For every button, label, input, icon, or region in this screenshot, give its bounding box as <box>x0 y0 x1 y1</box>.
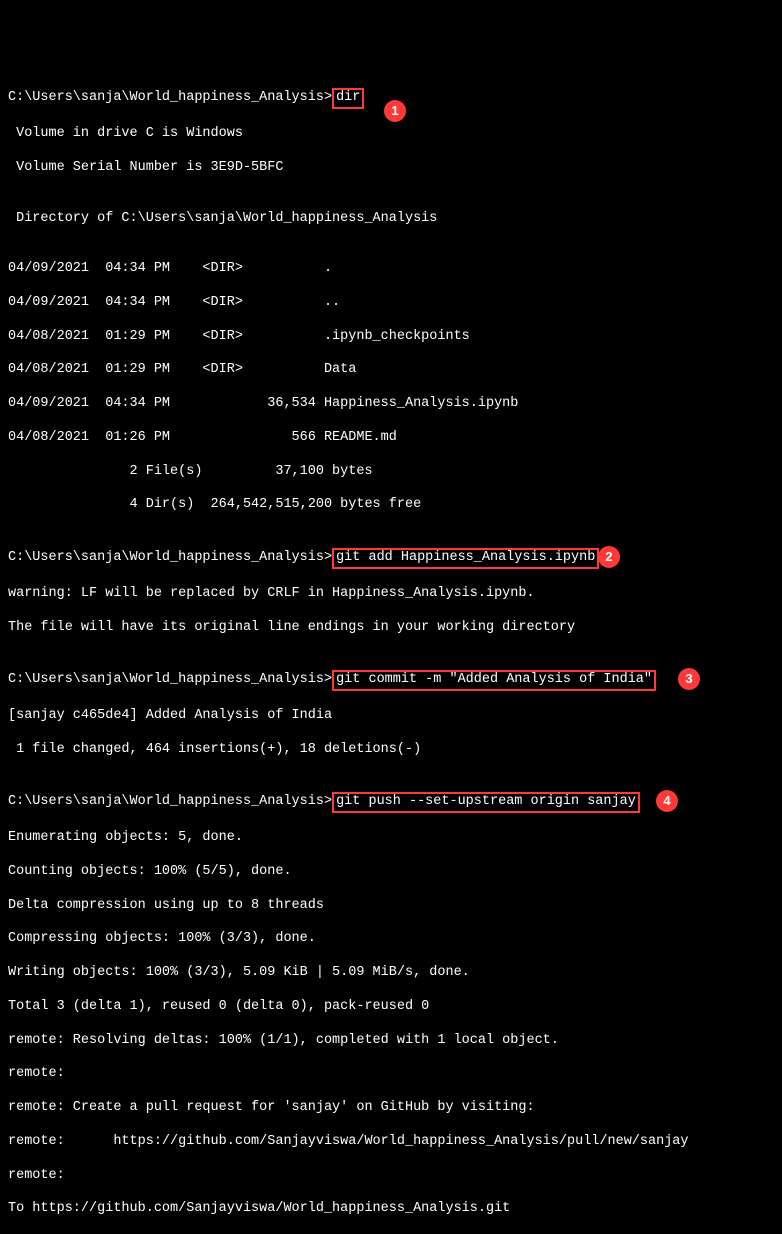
dir-summary: 4 Dir(s) 264,542,515,200 bytes free <box>8 497 774 514</box>
output-line: Directory of C:\Users\sanja\World_happin… <box>8 211 774 228</box>
output-line: The file will have its original line end… <box>8 620 774 637</box>
cmd-line-4[interactable]: C:\Users\sanja\World_happiness_Analysis>… <box>8 792 774 813</box>
cmd-line-3[interactable]: C:\Users\sanja\World_happiness_Analysis>… <box>8 670 774 691</box>
badge-1: 1 <box>384 100 406 122</box>
dir-row: 04/08/2021 01:26 PM 566 README.md <box>8 430 774 447</box>
dir-summary: 2 File(s) 37,100 bytes <box>8 464 774 481</box>
dir-row: 04/09/2021 04:34 PM <DIR> .. <box>8 295 774 312</box>
prompt-path: C:\Users\sanja\World_happiness_Analysis> <box>8 794 332 809</box>
output-line: warning: LF will be replaced by CRLF in … <box>8 586 774 603</box>
cmd-line-1[interactable]: C:\Users\sanja\World_happiness_Analysis>… <box>8 88 774 109</box>
output-line: Volume Serial Number is 3E9D-5BFC <box>8 160 774 177</box>
cmd-text: git add Happiness_Analysis.ipynb <box>336 550 595 565</box>
badge-3: 3 <box>678 668 700 690</box>
highlight-4: git push --set-upstream origin sanjay <box>332 792 640 813</box>
output-line: To https://github.com/Sanjayviswa/World_… <box>8 1201 774 1218</box>
output-line: remote: Create a pull request for 'sanja… <box>8 1100 774 1117</box>
highlight-2: git add Happiness_Analysis.ipynb <box>332 548 599 569</box>
output-line: 1 file changed, 464 insertions(+), 18 de… <box>8 742 774 759</box>
prompt-path: C:\Users\sanja\World_happiness_Analysis> <box>8 550 332 565</box>
badge-2: 2 <box>598 546 620 568</box>
output-line: Total 3 (delta 1), reused 0 (delta 0), p… <box>8 999 774 1016</box>
dir-row: 04/08/2021 01:29 PM <DIR> Data <box>8 362 774 379</box>
terminal-output: C:\Users\sanja\World_happiness_Analysis>… <box>8 72 774 1234</box>
output-line: remote: <box>8 1168 774 1185</box>
highlight-3: git commit -m "Added Analysis of India" <box>332 670 656 691</box>
output-line: Enumerating objects: 5, done. <box>8 830 774 847</box>
output-line: Counting objects: 100% (5/5), done. <box>8 864 774 881</box>
highlight-1: dir <box>332 88 364 109</box>
output-line: remote: Resolving deltas: 100% (1/1), co… <box>8 1033 774 1050</box>
dir-row: 04/09/2021 04:34 PM 36,534 Happiness_Ana… <box>8 396 774 413</box>
cmd-text: dir <box>336 90 360 105</box>
cmd-text: git commit -m "Added Analysis of India" <box>336 672 652 687</box>
output-line: Compressing objects: 100% (3/3), done. <box>8 931 774 948</box>
output-line: remote: <box>8 1066 774 1083</box>
output-line: [sanjay c465de4] Added Analysis of India <box>8 708 774 725</box>
prompt-path: C:\Users\sanja\World_happiness_Analysis> <box>8 672 332 687</box>
output-line: Writing objects: 100% (3/3), 5.09 KiB | … <box>8 965 774 982</box>
dir-row: 04/08/2021 01:29 PM <DIR> .ipynb_checkpo… <box>8 329 774 346</box>
output-line: remote: https://github.com/Sanjayviswa/W… <box>8 1134 774 1151</box>
output-line: Delta compression using up to 8 threads <box>8 898 774 915</box>
output-line: Volume in drive C is Windows <box>8 126 774 143</box>
badge-4: 4 <box>656 790 678 812</box>
cmd-text: git push --set-upstream origin sanjay <box>336 794 636 809</box>
prompt-path: C:\Users\sanja\World_happiness_Analysis> <box>8 90 332 105</box>
cmd-line-2[interactable]: C:\Users\sanja\World_happiness_Analysis>… <box>8 548 774 569</box>
dir-row: 04/09/2021 04:34 PM <DIR> . <box>8 261 774 278</box>
